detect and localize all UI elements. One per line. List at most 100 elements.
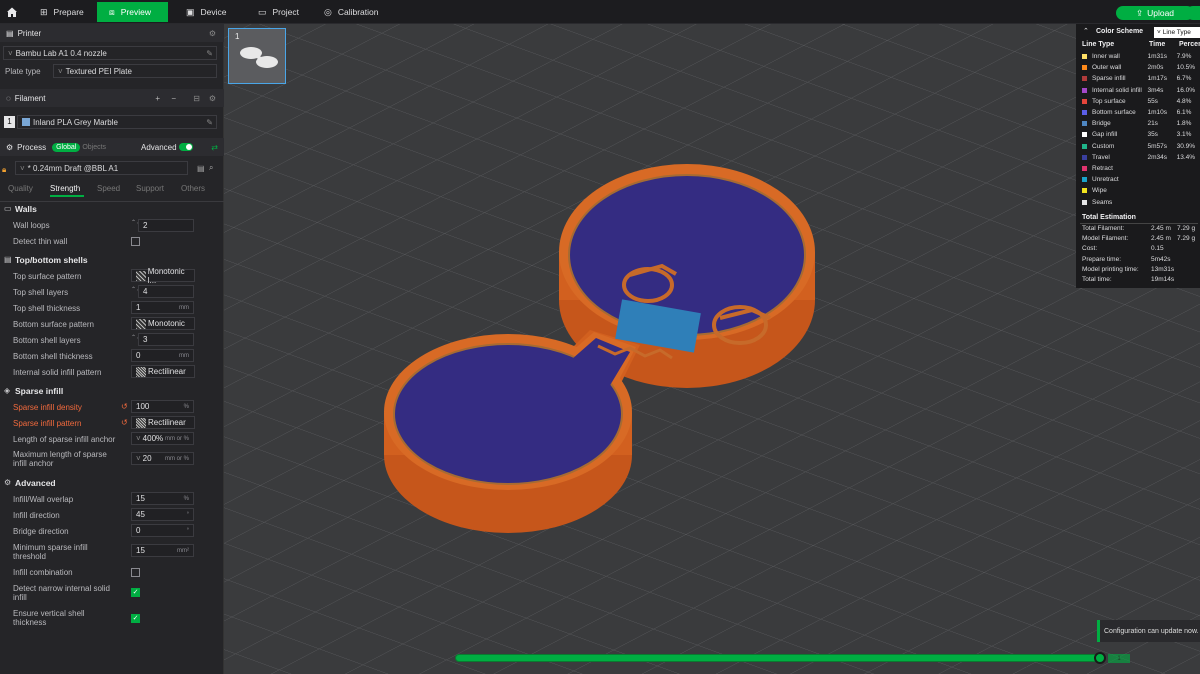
top-shell-thickness-label: Top shell thickness bbox=[13, 304, 81, 313]
tab-speed[interactable]: Speed bbox=[97, 184, 120, 193]
add-icon[interactable]: + bbox=[155, 94, 160, 103]
legend-time: 5m57s bbox=[1147, 142, 1167, 150]
bottom-shell-thickness-input[interactable]: 0 mm bbox=[131, 349, 194, 362]
pattern-icon bbox=[136, 417, 146, 428]
legend-row[interactable]: Travel 2m34s 13.4% bbox=[1082, 152, 1200, 163]
legend-time: 1m31s bbox=[1147, 53, 1167, 60]
color-scheme-select[interactable]: ˅ Line Type bbox=[1154, 27, 1200, 38]
tab-prepare[interactable]: ⊞ Prepare bbox=[28, 2, 96, 22]
search-icon[interactable]: ⌕ bbox=[209, 163, 213, 173]
sparse-infill-pattern-label: Sparse infill pattern bbox=[13, 419, 82, 428]
infill-anchor-input[interactable]: ˅ 400% mm or % bbox=[131, 432, 194, 445]
legend-percent: 3.1% bbox=[1176, 131, 1192, 139]
estimation-value-2: 7.29 g bbox=[1177, 225, 1196, 232]
legend-row[interactable]: Inner wall 1m31s 7.9% bbox=[1082, 51, 1200, 62]
legend-row[interactable]: Gap infill 35s 3.1% bbox=[1082, 129, 1200, 140]
legend-row[interactable]: Custom 5m57s 30.9% bbox=[1082, 141, 1200, 152]
process-section-header: ⚙ Process Global Objects Advanced ⇄ bbox=[0, 138, 224, 156]
tab-preview[interactable]: ⧈ Preview bbox=[97, 2, 168, 22]
compare-icon[interactable]: ⇄ bbox=[211, 143, 218, 152]
reset-icon[interactable]: ↺ bbox=[121, 418, 128, 427]
detect-thin-wall-checkbox[interactable] bbox=[131, 237, 140, 246]
collapse-icon[interactable]: ⌃ bbox=[1083, 27, 1089, 35]
tab-support[interactable]: Support bbox=[136, 184, 164, 193]
tab-quality[interactable]: Quality bbox=[8, 184, 33, 193]
legend-percent: 10.5% bbox=[1176, 64, 1196, 72]
edit-icon[interactable]: ✎ bbox=[206, 118, 213, 127]
legend-row[interactable]: Bottom surface 1m10s 6.1% bbox=[1082, 107, 1200, 118]
legend-line-type: Travel bbox=[1092, 153, 1110, 161]
legend-row[interactable]: Wipe bbox=[1082, 185, 1200, 196]
infill-direction-input[interactable]: 45 ° bbox=[131, 508, 194, 521]
tab-others[interactable]: Others bbox=[181, 184, 205, 193]
vertical-shell-checkbox[interactable]: ✓ bbox=[131, 614, 140, 623]
tab-calibration[interactable]: ◎ Calibration bbox=[312, 2, 392, 22]
layer-slider-track[interactable] bbox=[455, 654, 1100, 662]
objects-toggle[interactable]: Objects bbox=[82, 144, 106, 151]
top-shell-layers-input[interactable]: 4 bbox=[138, 285, 194, 298]
plate-type-label: Plate type bbox=[5, 67, 41, 76]
filament-settings-icon[interactable]: ⚙ bbox=[209, 94, 216, 103]
tab-device[interactable]: ▣ Device bbox=[174, 2, 244, 22]
top-shell-thickness-input[interactable]: 1 mm bbox=[131, 301, 194, 314]
bottom-shell-layers-input[interactable]: 3 bbox=[138, 333, 194, 346]
reset-icon[interactable]: ↺ bbox=[121, 402, 128, 411]
printer-settings-icon[interactable]: ⚙ bbox=[209, 29, 216, 38]
tab-strength[interactable]: Strength bbox=[50, 184, 80, 193]
detect-narrow-infill-checkbox[interactable]: ✓ bbox=[131, 588, 140, 597]
legend-line-type: Outer wall bbox=[1092, 64, 1122, 72]
global-toggle[interactable]: Global bbox=[52, 142, 81, 152]
update-notification[interactable]: Configuration can update now. bbox=[1097, 620, 1200, 642]
estimation-key: Model printing time: bbox=[1082, 265, 1139, 273]
pattern-icon bbox=[136, 366, 146, 377]
save-icon[interactable]: ▤ bbox=[197, 164, 205, 173]
legend-row[interactable]: Unretract bbox=[1082, 174, 1200, 185]
legend-percent: 4.8% bbox=[1176, 97, 1192, 105]
plate-thumbnail[interactable]: 1 bbox=[228, 28, 286, 84]
sparse-infill-pattern-select[interactable]: Rectilinear bbox=[131, 416, 195, 429]
infill-combination-checkbox[interactable] bbox=[131, 568, 140, 577]
remove-icon[interactable]: − bbox=[171, 94, 176, 103]
estimation-key: Prepare time: bbox=[1082, 255, 1122, 263]
detect-narrow-infill-label: Detect narrow internal solid bbox=[13, 584, 110, 593]
sliced-model bbox=[384, 164, 815, 533]
legend-row[interactable]: Sparse infill 1m17s 6.7% bbox=[1082, 73, 1200, 84]
prepare-icon: ⊞ bbox=[40, 6, 48, 17]
infill-direction-label: Infill direction bbox=[13, 511, 60, 520]
wall-loops-input[interactable]: 2 bbox=[138, 219, 194, 232]
3d-viewport[interactable] bbox=[224, 24, 1200, 674]
legend-swatch bbox=[1082, 143, 1087, 149]
internal-solid-infill-pattern-select[interactable]: Rectilinear bbox=[131, 365, 195, 378]
filament-color-swatch[interactable] bbox=[22, 118, 30, 126]
max-anchor-input[interactable]: ˅ 20 mm or % bbox=[131, 452, 194, 465]
sparse-infill-density-input[interactable]: 100% bbox=[131, 400, 194, 413]
process-preset-select[interactable]: ˅ * 0.24mm Draft @BBL A1 bbox=[15, 161, 188, 175]
infill-wall-overlap-input[interactable]: 15% bbox=[131, 492, 194, 505]
color-scheme-label: Color Scheme bbox=[1096, 28, 1144, 35]
legend-row[interactable]: Retract bbox=[1082, 163, 1200, 174]
sync-icon[interactable]: ⊟ bbox=[193, 94, 200, 103]
legend-row[interactable]: Outer wall 2m0s 10.5% bbox=[1082, 62, 1200, 73]
plate-type-select[interactable]: ˅ Textured PEI Plate bbox=[53, 64, 217, 78]
device-icon: ▣ bbox=[186, 6, 195, 17]
tab-project[interactable]: ▭ Project bbox=[246, 2, 310, 22]
edit-icon[interactable]: ✎ bbox=[206, 49, 213, 58]
bottom-surface-pattern-select[interactable]: Monotonic bbox=[131, 317, 195, 330]
home-button[interactable] bbox=[0, 0, 24, 24]
printer-select[interactable]: ˅ Bambu Lab A1 0.4 nozzle ✎ bbox=[3, 46, 217, 60]
legend-row[interactable]: Bridge 21s 1.8% bbox=[1082, 118, 1200, 129]
process-tabs: Quality Strength Speed Support Others bbox=[0, 184, 224, 200]
filament-select[interactable]: Inland PLA Grey Marble ✎ bbox=[17, 115, 217, 129]
legend-row[interactable]: Internal solid infill 3m4s 16.0% bbox=[1082, 85, 1200, 96]
advanced-switch[interactable] bbox=[179, 143, 193, 151]
bridge-direction-input[interactable]: 0 ° bbox=[131, 524, 194, 537]
layer-slider-handle[interactable] bbox=[1094, 652, 1106, 664]
min-sparse-threshold-input[interactable]: 15 mm² bbox=[131, 544, 194, 557]
legend-row[interactable]: Top surface 55s 4.8% bbox=[1082, 96, 1200, 107]
top-surface-pattern-select[interactable]: Monotonic l... bbox=[131, 267, 195, 285]
upload-button[interactable]: ⇪ Upload bbox=[1116, 6, 1194, 20]
legend-row[interactable]: Seams bbox=[1082, 197, 1200, 208]
legend-time: 1m10s bbox=[1147, 109, 1167, 116]
legend-line-type: Top surface bbox=[1092, 97, 1126, 105]
print-button[interactable] bbox=[1186, 6, 1200, 20]
